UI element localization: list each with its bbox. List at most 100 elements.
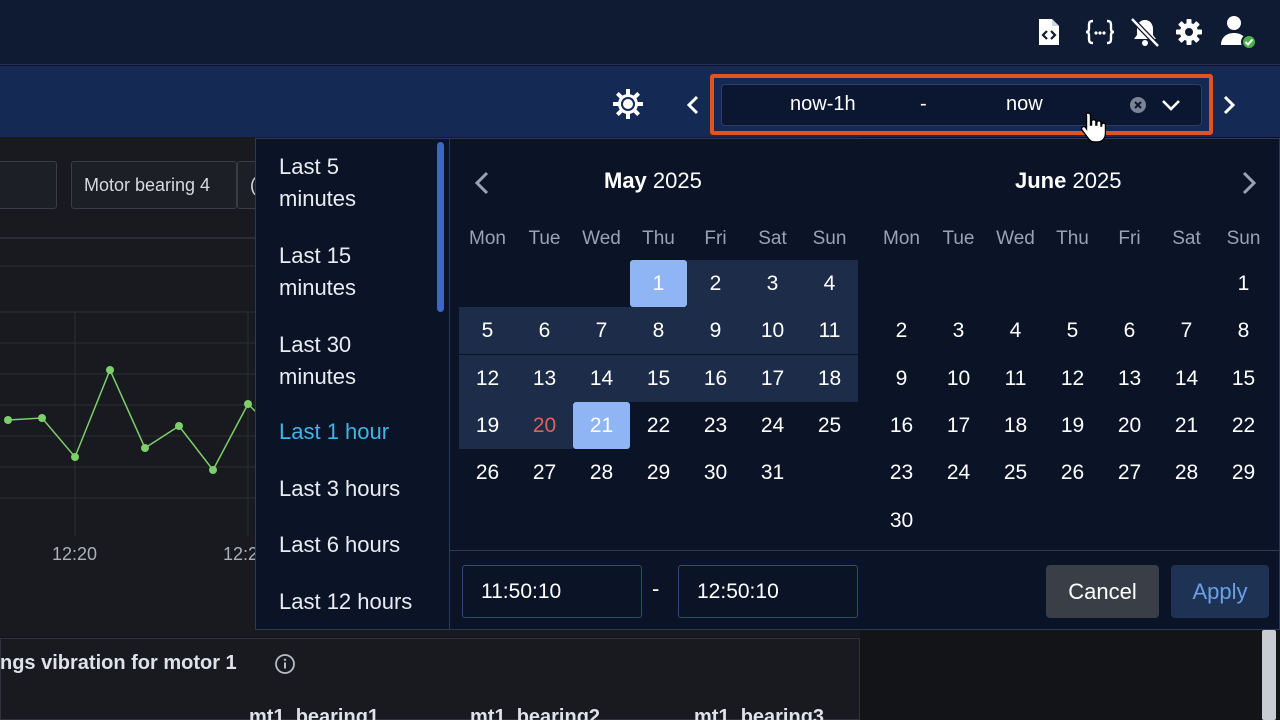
range-from-text[interactable]: now-1h: [790, 93, 856, 116]
column-header[interactable]: mt1_bearing3: [694, 706, 824, 720]
june-day[interactable]: 10: [930, 355, 987, 402]
may-day[interactable]: 27: [516, 449, 573, 496]
may-day[interactable]: 10: [744, 307, 801, 354]
june-day[interactable]: 29: [1215, 449, 1272, 496]
variable-chip-motor-bearing-4[interactable]: Motor bearing 4: [71, 161, 237, 209]
june-day[interactable]: 1: [1215, 260, 1272, 307]
may-day[interactable]: 2: [687, 260, 744, 307]
may-day[interactable]: 13: [516, 355, 573, 402]
june-day[interactable]: 20: [1101, 402, 1158, 449]
x-tick-label: 12:20: [52, 544, 98, 564]
may-day[interactable]: 7: [573, 307, 630, 354]
column-header[interactable]: mt1_bearing2: [470, 706, 600, 720]
june-day[interactable]: 26: [1044, 449, 1101, 496]
june-day[interactable]: 8: [1215, 307, 1272, 354]
chevron-down-icon[interactable]: [1160, 95, 1182, 115]
may-day[interactable]: 18: [801, 355, 858, 402]
apply-button[interactable]: Apply: [1171, 565, 1269, 618]
may-day[interactable]: 19: [459, 402, 516, 449]
may-day[interactable]: 24: [744, 402, 801, 449]
quick-range-last-5-minutes[interactable]: Last 5 minutes: [279, 151, 429, 215]
panel-title: ngs vibration for motor 1: [0, 652, 237, 674]
june-day[interactable]: 5: [1044, 307, 1101, 354]
may-day[interactable]: 9: [687, 307, 744, 354]
code-file-icon[interactable]: [1034, 14, 1064, 50]
may-day[interactable]: 5: [459, 307, 516, 354]
may-day[interactable]: 17: [744, 355, 801, 402]
may-day-today[interactable]: 20: [516, 402, 573, 449]
june-day[interactable]: 30: [873, 497, 930, 544]
may-day[interactable]: 6: [516, 307, 573, 354]
quick-range-last-6-hours[interactable]: Last 6 hours: [279, 529, 429, 561]
june-day[interactable]: 12: [1044, 355, 1101, 402]
clear-range-icon[interactable]: [1130, 97, 1146, 113]
june-day[interactable]: 15: [1215, 355, 1272, 402]
shift-back-chevron-icon[interactable]: [680, 91, 706, 119]
may-day[interactable]: 22: [630, 402, 687, 449]
june-day[interactable]: 6: [1101, 307, 1158, 354]
june-day[interactable]: 9: [873, 355, 930, 402]
notifications-off-icon[interactable]: [1128, 14, 1162, 50]
may-day[interactable]: 1: [630, 260, 687, 307]
quick-range-last-30-minutes[interactable]: Last 30 minutes: [279, 329, 429, 393]
june-day[interactable]: 23: [873, 449, 930, 496]
may-day[interactable]: 12: [459, 355, 516, 402]
june-day[interactable]: 3: [930, 307, 987, 354]
june-day[interactable]: 19: [1044, 402, 1101, 449]
time-separator: -: [652, 576, 660, 601]
quick-range-last-12-hours[interactable]: Last 12 hours: [279, 586, 429, 618]
next-month-chevron-icon[interactable]: [1235, 170, 1261, 196]
june-day[interactable]: 21: [1158, 402, 1215, 449]
range-to-text[interactable]: now: [1006, 93, 1043, 116]
may-day[interactable]: 30: [687, 449, 744, 496]
june-day[interactable]: 18: [987, 402, 1044, 449]
settings-gear-icon[interactable]: [1174, 14, 1204, 50]
may-day[interactable]: 15: [630, 355, 687, 402]
june-day[interactable]: 4: [987, 307, 1044, 354]
may-day[interactable]: 26: [459, 449, 516, 496]
series-point: [106, 366, 114, 374]
variable-chip-partial[interactable]: [0, 161, 57, 209]
june-day[interactable]: 7: [1158, 307, 1215, 354]
may-day[interactable]: 3: [744, 260, 801, 307]
theme-toggle-icon[interactable]: [612, 88, 644, 120]
may-day[interactable]: 16: [687, 355, 744, 402]
june-day[interactable]: 2: [873, 307, 930, 354]
cancel-button[interactable]: Cancel: [1046, 565, 1159, 618]
june-day[interactable]: 16: [873, 402, 930, 449]
page-scrollbar[interactable]: [1262, 630, 1276, 720]
june-day[interactable]: 25: [987, 449, 1044, 496]
may-day[interactable]: 8: [630, 307, 687, 354]
june-day[interactable]: 14: [1158, 355, 1215, 402]
june-day[interactable]: 13: [1101, 355, 1158, 402]
quick-ranges-scrollbar[interactable]: [437, 142, 444, 312]
right-month-title: June 2025: [1015, 168, 1122, 193]
end-time-input[interactable]: 12:50:10: [678, 565, 858, 618]
june-day[interactable]: 27: [1101, 449, 1158, 496]
may-day[interactable]: 21: [573, 402, 630, 449]
june-day[interactable]: 28: [1158, 449, 1215, 496]
quick-range-last-15-minutes[interactable]: Last 15 minutes: [279, 240, 429, 304]
may-day[interactable]: 28: [573, 449, 630, 496]
may-day[interactable]: 11: [801, 307, 858, 354]
may-day[interactable]: 29: [630, 449, 687, 496]
previous-month-chevron-icon[interactable]: [470, 170, 496, 196]
quick-range-last-3-hours[interactable]: Last 3 hours: [279, 473, 429, 505]
start-time-input[interactable]: 11:50:10: [462, 565, 642, 618]
june-day[interactable]: 22: [1215, 402, 1272, 449]
may-day[interactable]: 31: [744, 449, 801, 496]
may-day[interactable]: 4: [801, 260, 858, 307]
may-day[interactable]: 25: [801, 402, 858, 449]
june-day[interactable]: 24: [930, 449, 987, 496]
may-day[interactable]: 23: [687, 402, 744, 449]
user-account-icon[interactable]: [1218, 14, 1258, 50]
june-day[interactable]: 17: [930, 402, 987, 449]
june-day[interactable]: 11: [987, 355, 1044, 402]
column-header[interactable]: mt1_bearing1: [249, 706, 379, 720]
info-icon[interactable]: [274, 653, 296, 675]
quick-range-last-1-hour[interactable]: Last 1 hour: [279, 416, 429, 448]
shift-forward-chevron-icon[interactable]: [1216, 91, 1242, 119]
series-point: [4, 416, 12, 424]
json-braces-icon[interactable]: [1084, 14, 1116, 50]
may-day[interactable]: 14: [573, 355, 630, 402]
